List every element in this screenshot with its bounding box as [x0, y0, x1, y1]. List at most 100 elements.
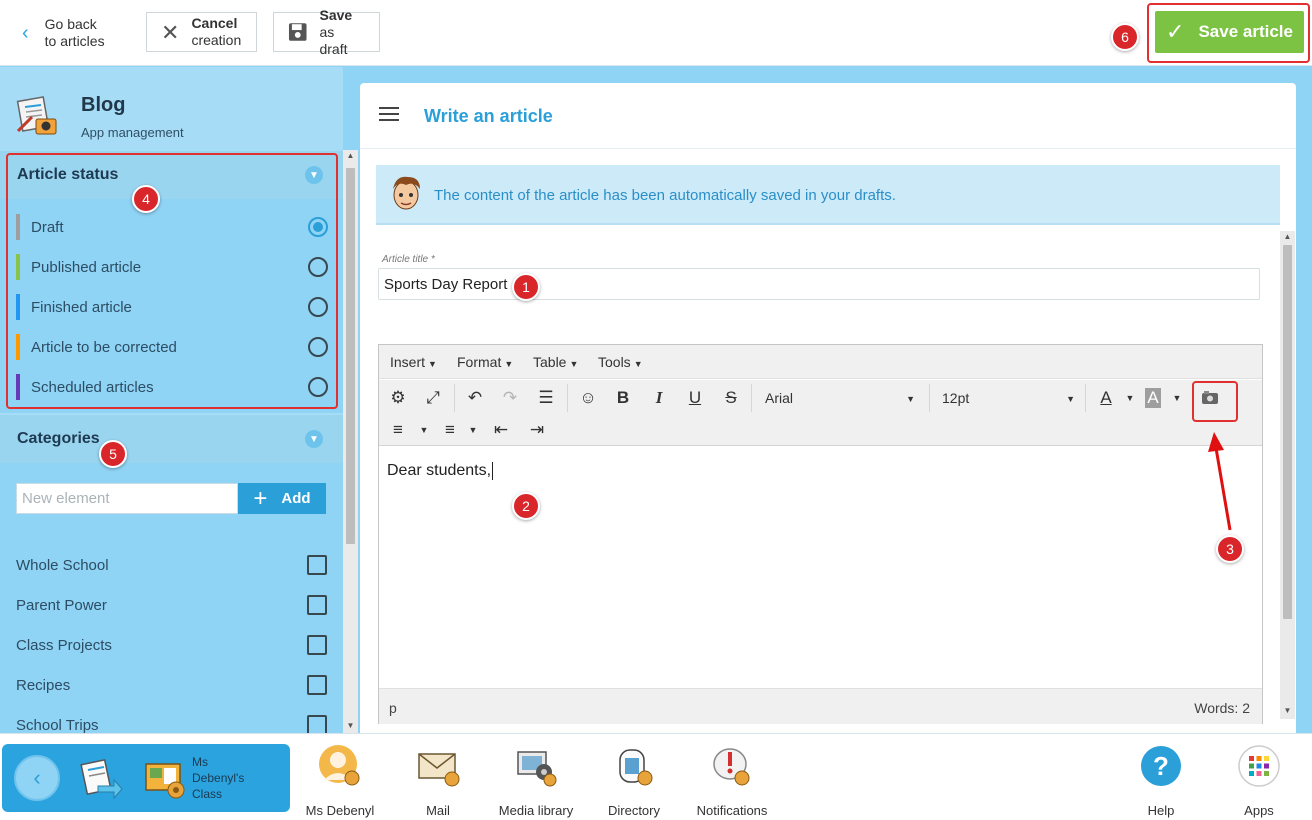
caret-down-icon[interactable]: ▼ [1163, 385, 1191, 411]
checkmark-icon: ✓ [1166, 19, 1185, 44]
caret-down-icon[interactable]: ▼ [410, 417, 438, 443]
chevron-down-icon[interactable]: ▼ [305, 430, 323, 448]
app-mail[interactable]: Mail [393, 744, 483, 818]
app-ms-debenyl[interactable]: Ms Debenyl [295, 744, 385, 818]
app-media-library[interactable]: Media library [491, 744, 581, 818]
bottom-app-bar: ‹ Ms Debenyl's Class Ms Debenyl Mail Med… [0, 733, 1312, 820]
sidebar: Blog App management Article status ▼ Dra… [0, 67, 343, 733]
font-family-select[interactable]: Arial ▼ [765, 384, 915, 412]
scroll-up-arrow-icon[interactable]: ▲ [1280, 231, 1295, 243]
categories-title: Categories [17, 430, 100, 447]
emoji-icon[interactable]: ☺ [574, 385, 602, 411]
back-arrow-button[interactable]: ‹ [14, 755, 60, 801]
caret-down-icon[interactable]: ▼ [459, 417, 487, 443]
font-size-select[interactable]: 12pt ▼ [942, 384, 1075, 412]
editor-toolbar: ⚙ ⤢ ↶ ↷ ☰ ☺ B I U S Arial ▼ 12pt ▼ A ▼ A… [379, 380, 1262, 446]
category-checkbox[interactable] [307, 595, 327, 615]
underline-icon[interactable]: U [681, 385, 709, 411]
category-checkbox[interactable] [307, 555, 327, 575]
menu-format[interactable]: Format ▼ [457, 354, 513, 370]
category-checkbox[interactable] [307, 715, 327, 733]
menu-insert[interactable]: Insert ▼ [390, 354, 437, 370]
app-subtitle: App management [81, 125, 184, 140]
status-label: Scheduled articles [31, 378, 154, 396]
font-size-value: 12pt [942, 390, 970, 406]
category-checkbox[interactable] [307, 635, 327, 655]
chevron-down-icon[interactable]: ▼ [305, 166, 323, 184]
sidebar-scrollbar[interactable]: ▲ ▼ [343, 150, 358, 733]
add-category-button[interactable]: + Add [238, 483, 326, 514]
editor-content-area[interactable]: Dear students, [379, 447, 1262, 685]
menu-insert-label: Insert [390, 354, 426, 370]
cancel-creation-button[interactable]: ✕ Cancel creation [146, 12, 257, 52]
save-draft-button[interactable]: Save as draft [273, 7, 380, 57]
autosave-notice-text: The content of the article has been auto… [434, 187, 896, 204]
redo-icon[interactable]: ↷ [496, 385, 524, 411]
go-back-button[interactable]: ‹ Go back to articles [22, 12, 105, 54]
chevron-left-icon: ‹ [22, 21, 29, 44]
italic-icon[interactable]: I [645, 385, 673, 411]
status-radio[interactable] [308, 297, 328, 317]
category-item[interactable]: Parent Power [16, 593, 327, 617]
status-color-bar [16, 374, 20, 400]
media-button-highlight [1192, 381, 1238, 422]
content-scroll-thumb[interactable] [1283, 245, 1292, 619]
settings-gear-icon[interactable]: ⚙ [384, 385, 412, 411]
app-apps[interactable]: Apps [1214, 744, 1304, 818]
step-badge-3: 3 [1216, 535, 1244, 563]
status-draft[interactable]: Draft [16, 213, 336, 241]
content-scrollbar[interactable]: ▲ ▼ [1280, 231, 1295, 719]
save-article-highlight: ✓ Save article [1147, 3, 1310, 63]
indent-icon[interactable]: ⇥ [523, 417, 551, 443]
new-category-input[interactable] [16, 483, 238, 514]
class-board-icon[interactable] [142, 756, 188, 802]
panel-content: The content of the article has been auto… [360, 150, 1296, 733]
status-published[interactable]: Published article [16, 253, 336, 281]
app-label: Apps [1244, 803, 1274, 818]
article-status-header[interactable]: Article status ▼ [0, 151, 343, 199]
scroll-down-arrow-icon[interactable]: ▼ [1280, 705, 1295, 717]
scroll-up-arrow-icon[interactable]: ▲ [343, 150, 358, 162]
article-title-input[interactable] [378, 268, 1260, 300]
scroll-down-arrow-icon[interactable]: ▼ [343, 720, 358, 732]
element-path: p [389, 700, 397, 716]
status-to-be-corrected[interactable]: Article to be corrected [16, 333, 336, 361]
align-center-icon[interactable]: ☰ [532, 385, 560, 411]
blog-app-icon[interactable] [78, 756, 124, 802]
hamburger-menu-icon[interactable] [379, 107, 399, 121]
bold-icon[interactable]: B [609, 385, 637, 411]
status-scheduled[interactable]: Scheduled articles [16, 373, 336, 401]
category-label: School Trips [16, 716, 99, 734]
category-item[interactable]: School Trips [16, 713, 327, 733]
undo-icon[interactable]: ↶ [461, 385, 489, 411]
app-notifications[interactable]: Notifications [687, 744, 777, 818]
category-label: Whole School [16, 556, 109, 574]
status-radio[interactable] [308, 217, 328, 237]
status-radio[interactable] [308, 337, 328, 357]
class-name: Ms Debenyl's Class [192, 755, 245, 801]
app-help[interactable]: ? Help [1116, 744, 1206, 818]
current-class-panel: ‹ Ms Debenyl's Class [2, 744, 290, 812]
strikethrough-icon[interactable]: S [717, 385, 745, 411]
sidebar-scroll-thumb[interactable] [346, 168, 355, 544]
menu-table[interactable]: Table ▼ [533, 354, 578, 370]
category-checkbox[interactable] [307, 675, 327, 695]
fullscreen-icon[interactable]: ⤢ [419, 385, 447, 411]
status-radio[interactable] [308, 257, 328, 277]
bullet-list-icon[interactable]: ≡ [384, 417, 412, 443]
app-header: Blog App management [0, 67, 343, 151]
category-item[interactable]: Whole School [16, 553, 327, 577]
category-label: Recipes [16, 676, 71, 694]
menu-tools[interactable]: Tools ▼ [598, 354, 643, 370]
caret-down-icon: ▼ [906, 394, 915, 404]
outdent-icon[interactable]: ⇤ [487, 417, 515, 443]
article-editor-panel: Write an article The content of the arti… [360, 83, 1296, 733]
status-radio[interactable] [308, 377, 328, 397]
categories-header[interactable]: Categories ▼ [0, 415, 343, 463]
status-finished[interactable]: Finished article [16, 293, 336, 321]
save-article-button[interactable]: ✓ Save article [1155, 11, 1304, 53]
app-directory[interactable]: Directory [589, 744, 679, 818]
category-item[interactable]: Recipes [16, 673, 327, 697]
editor-body-text: Dear students, [387, 462, 492, 480]
category-item[interactable]: Class Projects [16, 633, 327, 657]
